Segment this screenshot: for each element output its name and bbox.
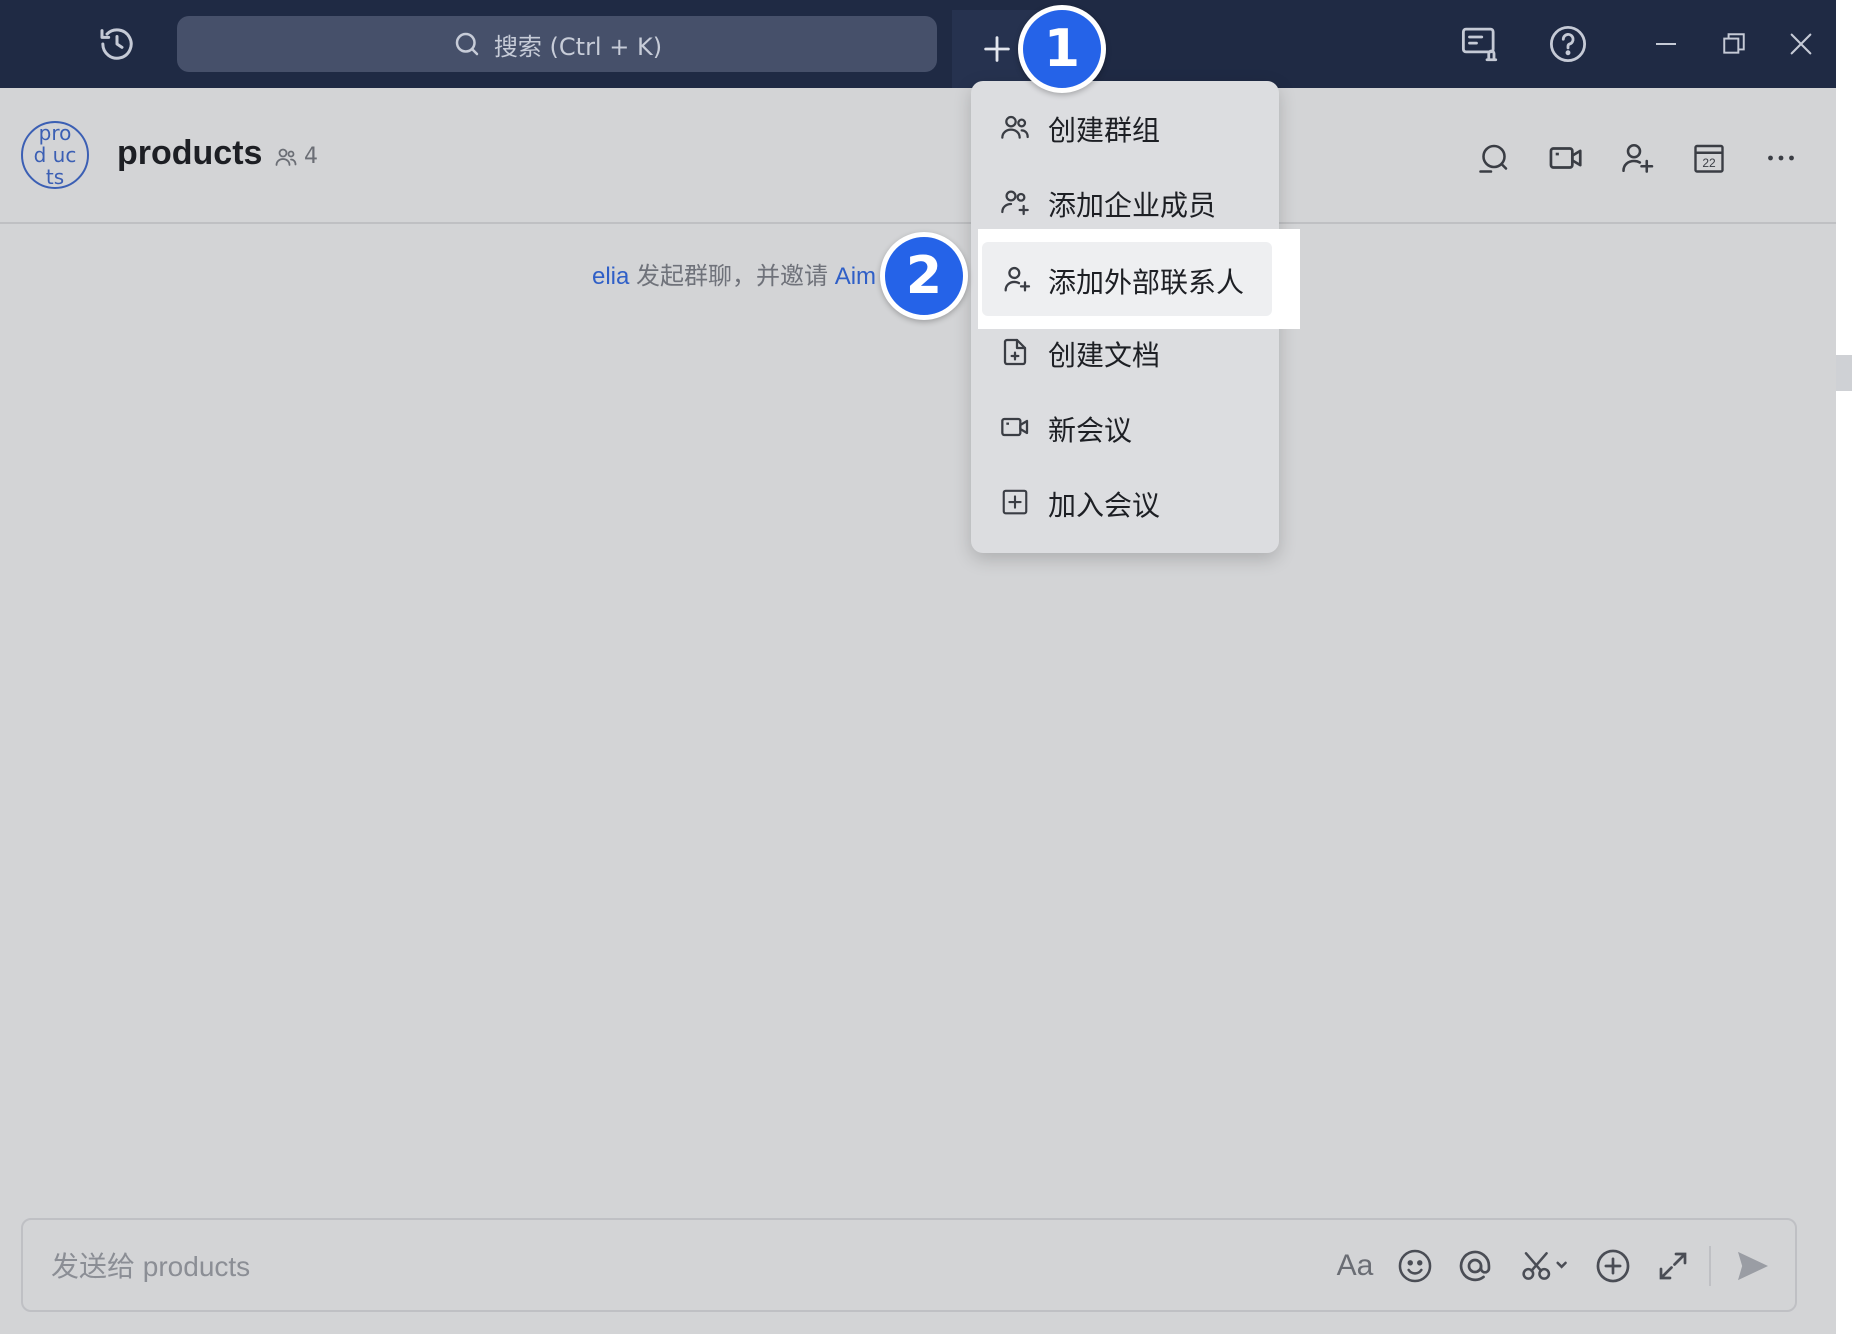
calendar-icon[interactable]: 22 [1689, 138, 1729, 178]
actor-link[interactable]: elia [592, 263, 629, 290]
join-meeting-icon [999, 486, 1031, 518]
video-call-icon[interactable] [1546, 138, 1586, 178]
mention-icon[interactable] [1453, 1244, 1497, 1288]
message-composer: Aa [21, 1218, 1797, 1312]
chat-title: products [117, 134, 263, 172]
scrollbar[interactable] [1836, 0, 1852, 1334]
system-message: elia 发起群聊，并邀请 Aim [592, 256, 876, 291]
expand-icon[interactable] [1651, 1244, 1695, 1288]
step-1-badge: 1 [1018, 5, 1106, 93]
send-icon[interactable] [1731, 1244, 1775, 1288]
plus-icon [980, 32, 1014, 66]
svg-text:22: 22 [1702, 156, 1716, 170]
emoji-icon[interactable] [1393, 1244, 1437, 1288]
menu-item-add-external-contact[interactable]: 添加外部联系人 [982, 242, 1272, 316]
invitee-link[interactable]: Aim [835, 263, 876, 290]
member-count[interactable]: 4 [274, 144, 318, 169]
composer-divider [1709, 1246, 1711, 1286]
more-icon[interactable] [1761, 138, 1801, 178]
restore-icon[interactable] [1710, 20, 1758, 68]
menu-item-label: 创建文档 [1048, 339, 1161, 372]
add-attachment-icon[interactable] [1591, 1244, 1635, 1288]
search-placeholder: 搜索 (Ctrl + K) [493, 32, 663, 61]
menu-item-label: 添加外部联系人 [1048, 266, 1245, 299]
menu-item-join-meeting[interactable]: 加入会议 [971, 466, 1279, 536]
text-format-label: Aa [1336, 1249, 1374, 1282]
search-icon [452, 29, 482, 59]
title-bar: 搜索 (Ctrl + K) [0, 0, 1836, 88]
text-format-icon[interactable]: Aa [1333, 1244, 1377, 1288]
message-input[interactable] [49, 1244, 1113, 1290]
notification-monitor-icon[interactable] [1456, 20, 1504, 68]
menu-item-add-enterprise-members[interactable]: 添加企业成员 [971, 166, 1279, 236]
add-members-icon [999, 186, 1031, 218]
chat-search-icon[interactable] [1474, 138, 1514, 178]
video-icon [999, 411, 1031, 443]
menu-item-label: 加入会议 [1048, 489, 1161, 522]
menu-item-label: 添加企业成员 [1048, 189, 1217, 222]
avatar[interactable]: prod ucts [21, 121, 89, 189]
menu-item-label: 创建群组 [1048, 114, 1161, 147]
system-message-text: 发起群聊，并邀请 [636, 263, 829, 290]
group-icon [999, 111, 1031, 143]
history-icon[interactable] [93, 20, 141, 68]
new-doc-icon [999, 336, 1031, 368]
member-count-value: 4 [304, 144, 318, 169]
search-bar[interactable]: 搜索 (Ctrl + K) [177, 16, 937, 72]
add-member-icon[interactable] [1617, 138, 1657, 178]
help-icon[interactable] [1544, 20, 1592, 68]
add-contact-icon [1001, 263, 1033, 295]
menu-item-label: 新会议 [1048, 414, 1133, 447]
scrollbar-thumb[interactable] [1836, 355, 1852, 391]
members-icon [274, 145, 298, 169]
minimize-icon[interactable] [1642, 20, 1690, 68]
chat-header: prod ucts products 4 22 [0, 88, 1836, 224]
menu-item-new-meeting[interactable]: 新会议 [971, 391, 1279, 461]
screenshot-scissors-icon[interactable] [1517, 1244, 1573, 1288]
step-2-badge: 2 [880, 232, 968, 320]
menu-item-create-group[interactable]: 创建群组 [971, 91, 1279, 161]
close-icon[interactable] [1777, 20, 1825, 68]
